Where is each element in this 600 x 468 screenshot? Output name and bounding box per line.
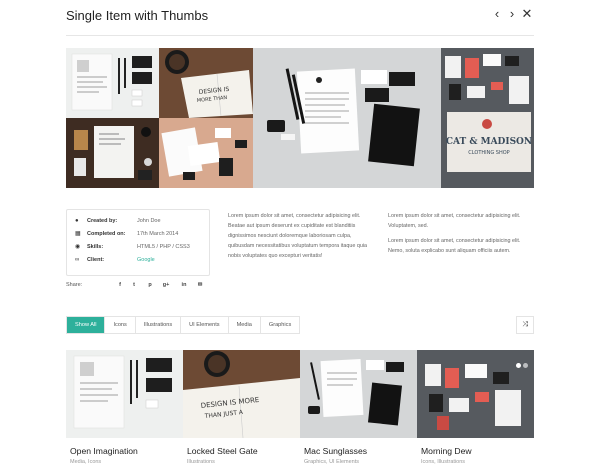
stationery-mockup-image bbox=[267, 68, 420, 167]
card-title[interactable]: Morning Dew bbox=[421, 446, 472, 456]
twitter-icon[interactable]: t bbox=[130, 280, 138, 290]
card-category: Illustrations bbox=[187, 459, 215, 465]
portfolio-filter-bar: Show All Icons Illustrations UI Elements… bbox=[66, 316, 301, 334]
portfolio-card[interactable]: Morning Dew Icons, Illustrations bbox=[417, 350, 534, 468]
previous-arrow-icon[interactable]: ‹ bbox=[490, 6, 504, 22]
project-meta-box: ● Created by: John Doe ▦ Completed on: 1… bbox=[66, 209, 210, 276]
gallery-thumb-clothing-shop[interactable]: CAT & MADISON CLOTHING SHOP bbox=[441, 48, 534, 188]
filter-graphics[interactable]: Graphics bbox=[261, 317, 299, 333]
card-title[interactable]: Locked Steel Gate bbox=[187, 446, 258, 456]
next-arrow-icon[interactable]: › bbox=[505, 6, 519, 22]
gallery-thumb-wood-stationery[interactable] bbox=[66, 118, 159, 188]
calendar-icon: ▦ bbox=[75, 231, 81, 237]
card-title[interactable]: Mac Sunglasses bbox=[304, 446, 367, 456]
carousel-dot[interactable] bbox=[516, 363, 521, 368]
shuffle-icon[interactable]: ⤨ bbox=[516, 316, 534, 334]
clothing-logo-title: CAT & MADISON bbox=[446, 137, 532, 147]
client-link[interactable]: Google bbox=[137, 255, 155, 265]
description-paragraph: Lorem ipsum dolor sit amet, consectetur … bbox=[228, 213, 368, 259]
card-image[interactable] bbox=[417, 350, 534, 438]
card-category: Media, Icons bbox=[70, 459, 102, 465]
meta-label: Completed on: bbox=[87, 231, 126, 237]
meta-label: Created by: bbox=[87, 218, 118, 224]
stationery-mockup-image bbox=[308, 358, 404, 426]
filter-media[interactable]: Media bbox=[229, 317, 261, 333]
meta-value: 17th March 2014 bbox=[137, 231, 179, 237]
portfolio-card[interactable]: Mac Sunglasses Graphics, UI Elements bbox=[300, 350, 417, 468]
description-paragraph: Lorem ipsum dolor sit amet, consectetur … bbox=[388, 238, 521, 254]
description-column-2: Lorem ipsum dolor sit amet, consectetur … bbox=[388, 211, 532, 261]
resume-image bbox=[73, 355, 172, 429]
card-title[interactable]: Open Imagination bbox=[70, 446, 138, 456]
gallery-thumb-sketchbook[interactable]: DESIGN IS MORE THAN bbox=[159, 48, 253, 118]
portfolio-card[interactable]: Open Imagination Media, Icons bbox=[66, 350, 183, 468]
clothing-shop-image: CAT & MADISON CLOTHING SHOP bbox=[445, 54, 532, 172]
resume-image bbox=[71, 53, 152, 111]
meta-value: John Doe bbox=[137, 218, 161, 224]
filter-icons[interactable]: Icons bbox=[105, 317, 136, 333]
meta-value: HTML5 / PHP / CSS3 bbox=[137, 244, 190, 250]
link-icon: ∞ bbox=[75, 257, 80, 263]
google-plus-icon[interactable]: g+ bbox=[162, 280, 170, 290]
portfolio-grid: Open Imagination Media, Icons DESIGN IS … bbox=[66, 350, 534, 468]
filter-illustrations[interactable]: Illustrations bbox=[136, 317, 182, 333]
card-image[interactable]: DESIGN IS MORE THAN JUST A bbox=[183, 350, 300, 438]
lightbulb-icon: ◉ bbox=[75, 244, 81, 250]
description-column-1: Lorem ipsum dolor sit amet, consectetur … bbox=[228, 211, 372, 266]
gallery-thumb-pink-stationery[interactable] bbox=[159, 118, 253, 188]
portfolio-card[interactable]: DESIGN IS MORE THAN JUST A Locked Steel … bbox=[183, 350, 300, 468]
meta-label: Client: bbox=[87, 257, 105, 263]
filter-show-all[interactable]: Show All bbox=[67, 317, 106, 333]
email-icon[interactable]: ✉ bbox=[196, 280, 204, 290]
wood-stationery-image bbox=[74, 126, 152, 180]
modal-header: Single Item with Thumbs ‹ › ✕ bbox=[66, 0, 534, 36]
image-gallery: DESIGN IS MORE THAN CAT & MADISON CLOTHI… bbox=[66, 48, 534, 188]
facebook-icon[interactable]: f bbox=[116, 280, 124, 290]
close-icon[interactable]: ✕ bbox=[520, 6, 534, 22]
filter-ui-elements[interactable]: UI Elements bbox=[181, 317, 229, 333]
share-label: Share: bbox=[66, 282, 83, 288]
card-category: Graphics, UI Elements bbox=[304, 459, 360, 465]
description-paragraph: Lorem ipsum dolor sit amet, consectetur … bbox=[388, 213, 521, 229]
card-image[interactable] bbox=[66, 350, 183, 438]
user-icon: ● bbox=[75, 218, 79, 224]
page-title: Single Item with Thumbs bbox=[66, 8, 209, 23]
linkedin-icon[interactable]: in bbox=[180, 280, 188, 290]
carousel-dots bbox=[514, 355, 528, 373]
clothing-logo-subtitle: CLOTHING SHOP bbox=[468, 150, 509, 156]
sketchbook-image: DESIGN IS MORE THAN JUST A bbox=[183, 350, 300, 438]
meta-label: Skills: bbox=[87, 244, 104, 250]
card-image[interactable] bbox=[300, 350, 417, 438]
carousel-dot[interactable] bbox=[523, 363, 528, 368]
gallery-thumb-resume[interactable] bbox=[66, 48, 159, 118]
gallery-main-image[interactable] bbox=[253, 48, 441, 188]
sketchbook-image: DESIGN IS MORE THAN bbox=[165, 50, 253, 118]
card-category: Icons, Illustrations bbox=[421, 459, 466, 465]
pink-stationery-image bbox=[161, 127, 247, 180]
pinterest-icon[interactable]: p bbox=[146, 280, 154, 290]
share-row: Share: f t p g+ in ✉ bbox=[66, 280, 216, 290]
